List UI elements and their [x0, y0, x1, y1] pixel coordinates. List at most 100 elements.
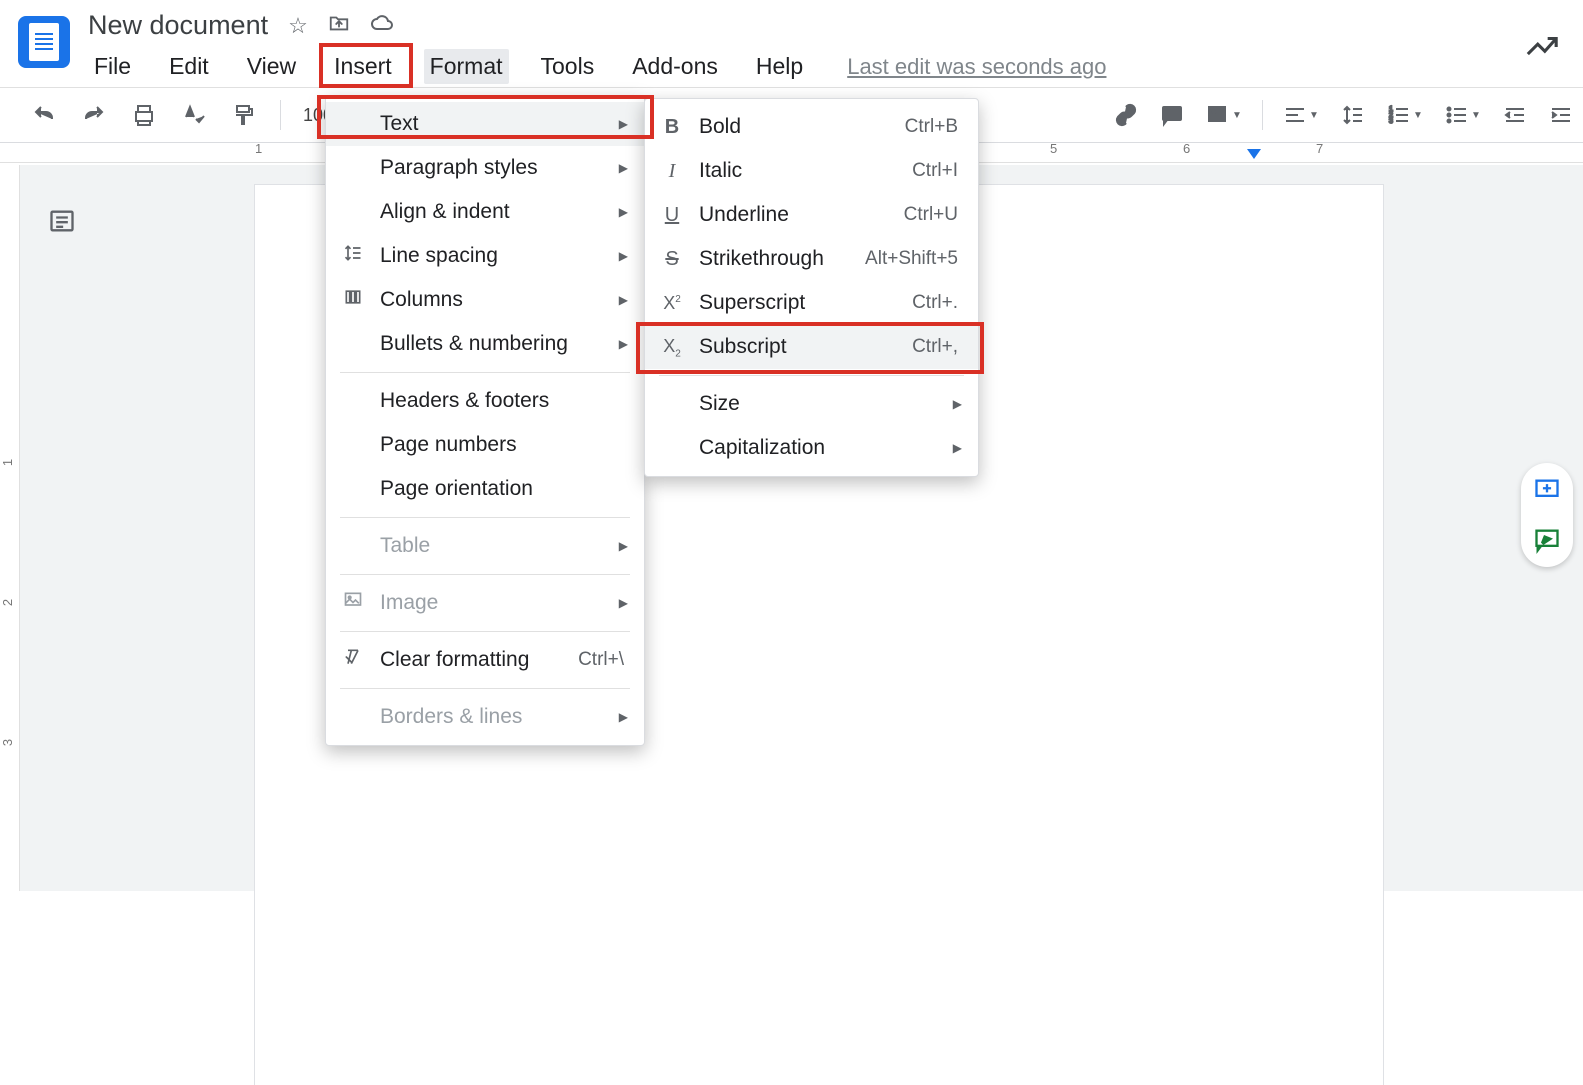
sub-icon: X2 [659, 334, 685, 360]
format_menu-columns[interactable]: Columns▶ [326, 278, 644, 322]
menu-format[interactable]: Format [424, 49, 509, 84]
text_submenu-italic[interactable]: I Italic Ctrl+I [645, 149, 978, 193]
submenu-arrow-icon: ▶ [619, 117, 628, 131]
menu-item-label: Borders & lines [380, 705, 624, 729]
undo-button[interactable] [30, 101, 58, 129]
vruler-tick: 2 [0, 599, 15, 606]
text_submenu-superscript[interactable]: X2SuperscriptCtrl+. [645, 281, 978, 325]
submenu-arrow-icon: ▶ [953, 397, 962, 411]
submenu-arrow-icon: ▶ [619, 161, 628, 175]
document-title[interactable]: New document [88, 10, 268, 41]
ruler-tick: 7 [1316, 141, 1323, 156]
menu-item-label: Align & indent [380, 200, 624, 224]
ruler-tick: 5 [1050, 141, 1057, 156]
text_submenu-bold[interactable]: B Bold Ctrl+B [645, 105, 978, 149]
format_menu-headers-footers[interactable]: Headers & footers [326, 379, 644, 423]
format_menu-bullets-numbering[interactable]: Bullets & numbering▶ [326, 322, 644, 366]
format_menu-page-numbers[interactable]: Page numbers [326, 423, 644, 467]
menu-item-shortcut: Ctrl+, [912, 336, 958, 358]
star-icon[interactable]: ☆ [288, 13, 308, 39]
suggest-edits-icon[interactable] [1532, 525, 1562, 555]
bulleted-list-button[interactable]: ▼ [1443, 101, 1483, 129]
submenu-arrow-icon: ▶ [619, 293, 628, 307]
add-comment-button[interactable] [1158, 101, 1186, 129]
text_submenu-subscript[interactable]: X2 Subscript Ctrl+, [645, 325, 978, 369]
text_submenu-size[interactable]: Size▶ [645, 382, 978, 426]
menu-item-label: Table [380, 534, 624, 558]
menu-item-shortcut: Ctrl+I [912, 160, 958, 182]
svg-text:3: 3 [1389, 118, 1393, 125]
menu-item-label: Subscript [699, 335, 898, 359]
docs-logo-icon[interactable] [18, 16, 70, 68]
menu-item-label: Capitalization [699, 436, 958, 460]
line-spacing-button[interactable] [1339, 101, 1367, 129]
redo-button[interactable] [80, 101, 108, 129]
align-button[interactable]: ▼ [1281, 101, 1321, 129]
menu-view[interactable]: View [241, 49, 302, 84]
text_submenu-strikethrough[interactable]: SStrikethroughAlt+Shift+5 [645, 237, 978, 281]
format_menu-page-orientation[interactable]: Page orientation [326, 467, 644, 511]
indent-marker-icon[interactable] [1247, 149, 1261, 159]
menu-file[interactable]: File [88, 49, 137, 84]
submenu-arrow-icon: ▶ [619, 596, 628, 610]
menu-item-label: Text [380, 112, 624, 136]
menu-item-label: Superscript [699, 291, 898, 315]
menu-item-shortcut: Ctrl+U [904, 204, 958, 226]
format_menu-clear-formatting[interactable]: Clear formatting Ctrl+\ [326, 638, 644, 682]
submenu-arrow-icon: ▶ [619, 539, 628, 553]
menu-addons[interactable]: Add-ons [626, 49, 724, 84]
decrease-indent-button[interactable] [1501, 101, 1529, 129]
increase-indent-button[interactable] [1547, 101, 1575, 129]
move-icon[interactable] [328, 12, 350, 40]
menu-item-label: Bold [699, 115, 891, 139]
format_menu-image: Image▶ [326, 581, 644, 625]
ruler-tick: 6 [1183, 141, 1190, 156]
menu-item-label: Page orientation [380, 477, 624, 501]
submenu-arrow-icon: ▶ [619, 710, 628, 724]
menu-insert[interactable]: Insert [328, 49, 398, 84]
submenu-arrow-icon: ▶ [619, 337, 628, 351]
format_menu-table: Table▶ [326, 524, 644, 568]
menu-item-label: Page numbers [380, 433, 624, 457]
menu-item-label: Line spacing [380, 244, 624, 268]
underline-icon: U [659, 203, 685, 227]
menu-item-label: Italic [699, 159, 898, 183]
menu-item-label: Size [699, 392, 958, 416]
vertical-ruler[interactable]: 123 [0, 165, 20, 891]
numbered-list-button[interactable]: 123▼ [1385, 101, 1425, 129]
insert-image-button[interactable]: ▼ [1204, 101, 1244, 129]
menu-help[interactable]: Help [750, 49, 809, 84]
format_menu-line-spacing[interactable]: Line spacing▶ [326, 234, 644, 278]
activity-icon[interactable] [1525, 30, 1559, 69]
spellcheck-button[interactable] [180, 101, 208, 129]
text-submenu-panel: B Bold Ctrl+B I Italic Ctrl+I U Underline Ctrl+U… [644, 98, 979, 477]
menu-item-shortcut: Ctrl+B [905, 116, 958, 138]
italic-icon: I [659, 159, 685, 183]
text_submenu-underline[interactable]: U Underline Ctrl+U [645, 193, 978, 237]
insert-link-button[interactable] [1112, 101, 1140, 129]
format_menu-borders-lines: Borders & lines▶ [326, 695, 644, 739]
print-button[interactable] [130, 101, 158, 129]
format-menu-panel: Text▶Paragraph styles▶Align & indent▶Lin… [325, 95, 645, 746]
menu-item-shortcut: Ctrl+\ [578, 649, 624, 671]
menu-tools[interactable]: Tools [535, 49, 601, 84]
vruler-tick: 1 [0, 459, 15, 466]
format_menu-paragraph-styles[interactable]: Paragraph styles▶ [326, 146, 644, 190]
strike-icon: S [659, 247, 685, 271]
side-fab-container [1521, 463, 1573, 567]
bold-icon: B [659, 115, 685, 139]
submenu-arrow-icon: ▶ [619, 249, 628, 263]
paint-format-button[interactable] [230, 101, 258, 129]
menu-item-label: Clear formatting [380, 648, 564, 672]
cloud-status-icon[interactable] [370, 11, 394, 41]
format_menu-text[interactable]: Text▶ [326, 102, 644, 146]
submenu-arrow-icon: ▶ [619, 205, 628, 219]
format_menu-align-indent[interactable]: Align & indent▶ [326, 190, 644, 234]
text_submenu-capitalization[interactable]: Capitalization▶ [645, 426, 978, 470]
outline-toggle-button[interactable] [42, 201, 82, 241]
explore-add-icon[interactable] [1532, 475, 1562, 505]
menu-item-label: Underline [699, 203, 890, 227]
ruler-tick: 1 [255, 141, 262, 156]
last-edit-link[interactable]: Last edit was seconds ago [847, 54, 1106, 80]
menu-edit[interactable]: Edit [163, 49, 215, 84]
